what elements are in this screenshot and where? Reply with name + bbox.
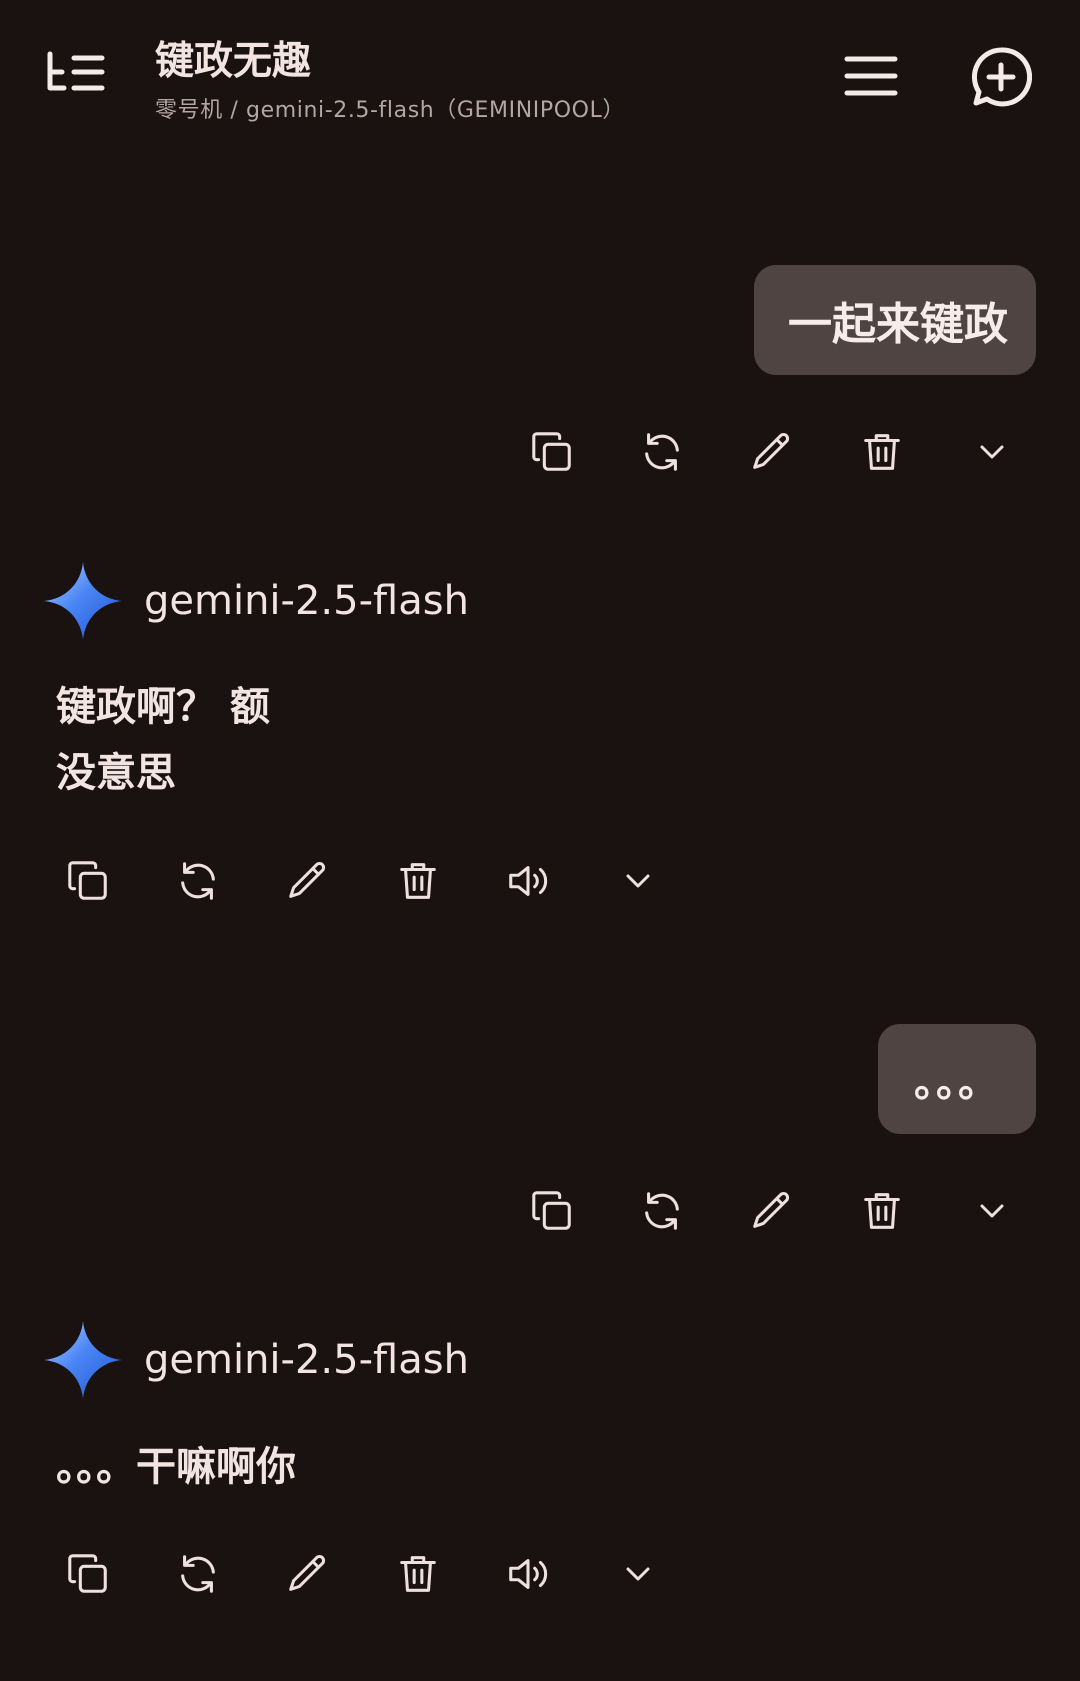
user-message-bubble[interactable]: 一起来键政 bbox=[754, 265, 1036, 375]
gemini-logo-icon bbox=[44, 1321, 122, 1399]
copy-icon[interactable] bbox=[526, 1185, 578, 1237]
speaker-icon[interactable] bbox=[502, 1548, 554, 1600]
assistant-message-text: 。。。干嘛啊你 bbox=[56, 1434, 296, 1500]
gemini-logo-icon bbox=[44, 562, 122, 640]
copy-icon[interactable] bbox=[526, 426, 578, 478]
edit-icon[interactable] bbox=[746, 1185, 798, 1237]
expand-chevron-icon[interactable] bbox=[612, 855, 664, 907]
delete-icon[interactable] bbox=[856, 1185, 908, 1237]
edit-icon[interactable] bbox=[746, 426, 798, 478]
assistant-message-text: 键政啊？ 额 没意思 bbox=[56, 674, 270, 806]
expand-chevron-icon[interactable] bbox=[966, 426, 1018, 478]
model-subtitle[interactable]: 零号机 / gemini-2.5-flash（GEMINIPOOL） bbox=[155, 92, 625, 124]
delete-icon[interactable] bbox=[392, 855, 444, 907]
model-name: gemini-2.5-flash bbox=[144, 578, 469, 624]
assistant-message-actions bbox=[62, 1548, 664, 1600]
topics-list-icon[interactable] bbox=[44, 48, 108, 100]
delete-icon[interactable] bbox=[392, 1548, 444, 1600]
assistant-line: 没意思 bbox=[56, 750, 176, 796]
regenerate-icon[interactable] bbox=[636, 426, 688, 478]
new-chat-plus-icon[interactable] bbox=[970, 46, 1032, 108]
user-message-actions bbox=[526, 426, 1018, 478]
delete-icon[interactable] bbox=[856, 426, 908, 478]
assistant-line: 。。。干嘛啊你 bbox=[56, 1444, 296, 1490]
hamburger-menu-icon[interactable] bbox=[844, 54, 898, 98]
assistant-line: 键政啊？ 额 bbox=[56, 684, 270, 730]
assistant-message-actions bbox=[62, 855, 664, 907]
user-message-actions bbox=[526, 1185, 1018, 1237]
regenerate-icon[interactable] bbox=[172, 855, 224, 907]
expand-chevron-icon[interactable] bbox=[966, 1185, 1018, 1237]
user-message-bubble[interactable]: 。。。 bbox=[878, 1024, 1036, 1134]
expand-chevron-icon[interactable] bbox=[612, 1548, 664, 1600]
speaker-icon[interactable] bbox=[502, 855, 554, 907]
assistant-header: gemini-2.5-flash bbox=[44, 562, 469, 640]
top-app-bar: 键政无趣 零号机 / gemini-2.5-flash（GEMINIPOOL） bbox=[0, 0, 1080, 150]
conversation-title[interactable]: 键政无趣 bbox=[155, 30, 311, 86]
copy-icon[interactable] bbox=[62, 855, 114, 907]
edit-icon[interactable] bbox=[282, 1548, 334, 1600]
regenerate-icon[interactable] bbox=[172, 1548, 224, 1600]
edit-icon[interactable] bbox=[282, 855, 334, 907]
copy-icon[interactable] bbox=[62, 1548, 114, 1600]
model-name: gemini-2.5-flash bbox=[144, 1337, 469, 1383]
regenerate-icon[interactable] bbox=[636, 1185, 688, 1237]
assistant-header: gemini-2.5-flash bbox=[44, 1321, 469, 1399]
